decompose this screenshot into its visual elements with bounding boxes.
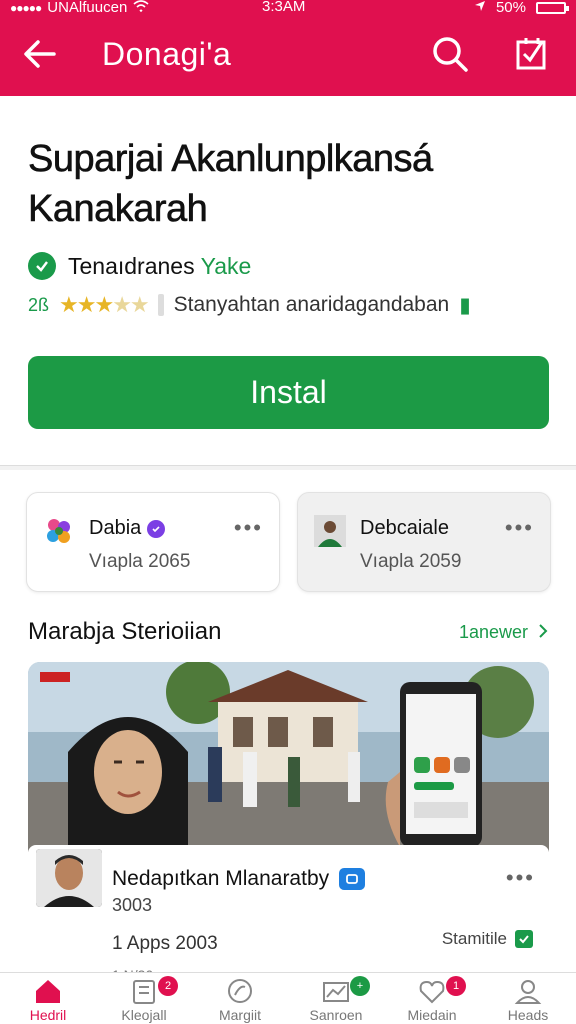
post-author: Nedapıtkan Mlanaratby (112, 867, 330, 890)
app-title: Suparjai Akanlunplkansá Kanakarah (28, 138, 434, 231)
charts-icon (323, 982, 349, 1002)
rating-row: 2ß ★★★★★ Stanyahtan anaridagandaban ▮ (28, 292, 471, 318)
section-title: Marabja Sterioiian (28, 618, 222, 645)
nav-label: Hedril (29, 1007, 67, 1023)
verified-icon (28, 252, 56, 280)
rating-text: Stanyahtan anaridagandaban (173, 293, 450, 316)
nav-item-favorites[interactable]: 1 Miedain (384, 973, 480, 1024)
featured-image[interactable] (28, 662, 549, 852)
post-number: 3003 (112, 895, 153, 915)
back-arrow-icon[interactable] (20, 34, 60, 74)
app-bar-title: Donagi'a (102, 36, 232, 72)
wifi-icon (133, 0, 149, 15)
app-header-section: Suparjai Akanlunplkansá Kanakarah Tenaıd… (0, 96, 576, 466)
nav-label: Margiit (218, 1007, 261, 1023)
battery-percent: 50% (495, 0, 526, 16)
carrier-label: UNAlfuucen (47, 0, 128, 16)
star-rating: ★★★★★ (59, 292, 150, 317)
bookmark-icon: ▮ (459, 293, 471, 317)
see-all-link[interactable]: 1anewer (459, 622, 548, 643)
home-icon (36, 980, 60, 1003)
install-button[interactable]: Instal (28, 356, 549, 429)
post-apps: 1 Apps 2003 (112, 933, 218, 954)
divider (157, 294, 164, 316)
nav-item-browse[interactable]: Margiit (192, 973, 288, 1024)
notification-badge: + (350, 976, 370, 996)
card-title: Dabia (89, 517, 142, 539)
post-status: Stamitile (442, 929, 533, 949)
person-avatar-icon (314, 515, 346, 547)
more-icon[interactable]: ••• (506, 865, 535, 891)
bottom-navigation: Hedril 2 Kleojall Margiit + Sanroen 1 Mi… (0, 972, 576, 1024)
nav-label: Kleojall (121, 1007, 167, 1023)
nav-item-profile[interactable]: Heads (480, 973, 576, 1024)
related-card[interactable]: Debcaiale Vıapla 2059 ••• (297, 492, 551, 592)
card-subtitle: Vıapla 2059 (360, 551, 462, 572)
location-icon (474, 0, 486, 15)
nav-label: Heads (507, 1007, 549, 1023)
more-icon[interactable]: ••• (505, 515, 534, 541)
profile-icon (514, 980, 542, 1004)
card-subtitle: Vıapla 2065 (89, 551, 191, 572)
checkbox-icon[interactable] (512, 34, 552, 74)
avatar (36, 849, 102, 907)
card-title: Debcaiale (360, 517, 449, 539)
nav-item-charts[interactable]: + Sanroen (288, 973, 384, 1024)
signal-icon: ●●●●● (10, 0, 42, 15)
nav-item-library[interactable]: 2 Kleojall (96, 973, 192, 1024)
battery-icon (536, 1, 569, 14)
checkbox-icon[interactable] (515, 930, 533, 948)
app-bar: Donagi'a (0, 16, 576, 96)
library-icon (133, 980, 155, 1004)
search-icon[interactable] (430, 34, 470, 74)
nav-label: Miedain (407, 1007, 457, 1023)
verified-icon (147, 519, 166, 538)
favorites-icon (419, 980, 445, 1004)
notification-badge: 1 (446, 976, 466, 996)
more-icon[interactable]: ••• (234, 515, 263, 541)
nav-item-home[interactable]: Hedril (0, 973, 96, 1024)
status-time: 3:3AM (262, 0, 306, 15)
related-card[interactable]: Dabia Vıapla 2065 ••• (26, 492, 280, 592)
notification-badge: 2 (158, 976, 178, 996)
rating-count: 2ß (28, 294, 50, 315)
content-section: Dabia Vıapla 2065 ••• Debcaiale Vıapla 2… (0, 470, 576, 1024)
nav-label: Sanroen (309, 1007, 363, 1023)
status-bar: ●●●●● UNAlfuucen 3:3AM 50% (0, 0, 576, 16)
post-status-label: Stamitile (441, 929, 507, 948)
developer-row[interactable]: Tenaıdranes Yake (28, 252, 251, 280)
verified-icon (339, 868, 366, 890)
flower-logo-icon (43, 515, 75, 547)
chevron-right-icon (538, 622, 548, 643)
developer-name: Tenaıdranes Yake (68, 252, 252, 279)
see-all-label: 1anewer (458, 622, 528, 642)
browse-icon (228, 979, 252, 1003)
